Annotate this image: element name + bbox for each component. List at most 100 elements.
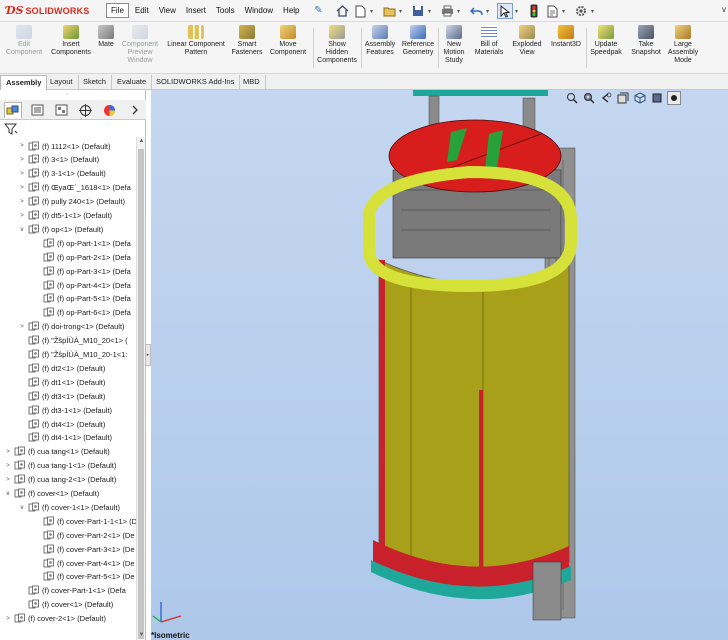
bill-of-materials-button[interactable]: Bill of Materials: [471, 25, 507, 57]
menu-file[interactable]: File: [106, 3, 129, 18]
chevron-down-icon[interactable]: ▾: [457, 8, 463, 15]
file-properties-icon[interactable]: [544, 3, 560, 19]
tree-item[interactable]: (f) op-Part-2<1> (Defa: [33, 250, 131, 264]
chevron-right-icon[interactable]: >: [18, 157, 26, 163]
tree-item[interactable]: > (f) ŒyaŒ´_1618<1> (Defa: [18, 181, 131, 195]
tab-sketch[interactable]: Sketch: [78, 75, 112, 90]
linear-component-pattern-button[interactable]: Linear Component Pattern: [163, 25, 229, 57]
property-manager-tab-icon[interactable]: [28, 102, 46, 118]
tab-evaluate[interactable]: Evaluate: [112, 75, 153, 90]
tree-item[interactable]: ∨ (f) cover-1<1> (Default): [18, 500, 120, 514]
chevron-down-icon[interactable]: ▾: [486, 8, 492, 15]
scrollbar-thumb[interactable]: [138, 149, 144, 639]
tree-item[interactable]: (f) op-Part-4<1> (Defa: [33, 278, 131, 292]
tree-item[interactable]: > (f) cua tang-2<1> (Default): [4, 473, 116, 487]
chevron-down-icon[interactable]: ▾: [591, 8, 597, 15]
show-hidden-components-button[interactable]: Show Hidden Components: [314, 25, 360, 65]
smart-fasteners-button[interactable]: Smart Fasteners: [229, 25, 265, 57]
graphics-viewport[interactable]: *Isometric: [151, 90, 728, 640]
tree-item[interactable]: (f) cover-Part-5<1> (De: [33, 570, 135, 584]
door-red-edge[interactable]: [479, 390, 483, 586]
feature-manager-tab-icon[interactable]: [4, 102, 22, 118]
assembly-features-button[interactable]: Assembly Features: [362, 25, 398, 57]
panel-grip-icon[interactable]: ◦: [66, 92, 68, 98]
tree-item[interactable]: ∨ (f) cover<1> (Default): [4, 487, 99, 501]
display-manager-tab-icon[interactable]: [100, 102, 118, 118]
tab-assembly[interactable]: Assembly: [0, 75, 48, 90]
tree-item[interactable]: (f) cover-Part-1-1<1> (D: [33, 514, 136, 528]
move-component-button[interactable]: Move Component: [266, 25, 310, 57]
exploded-view-button[interactable]: Exploded View: [508, 25, 546, 57]
tab-solidworks-add-ins[interactable]: SOLIDWORKS Add-Ins: [151, 75, 241, 90]
options-gear-icon[interactable]: [573, 3, 589, 19]
tree-item[interactable]: (f) dt2<1> (Default): [18, 361, 105, 375]
tree-item[interactable]: (f) dt1<1> (Default): [18, 375, 105, 389]
new-document-icon[interactable]: [352, 3, 368, 19]
tree-item[interactable]: > (f) 1112<1> (Default): [18, 139, 111, 153]
tree-item[interactable]: (f) op-Part-5<1> (Defa: [33, 292, 131, 306]
configuration-manager-tab-icon[interactable]: [52, 102, 70, 118]
chevron-right-icon[interactable]: >: [4, 616, 12, 622]
tree-item[interactable]: (f) "ŽŝpÍÙÀ_M10_20-1<1:: [18, 348, 127, 362]
solidworks-logo[interactable]: ƊS SOLIDWORKS: [0, 0, 106, 22]
chevron-down-icon[interactable]: ∨: [18, 504, 26, 511]
tree-item[interactable]: (f) op-Part-3<1> (Defa: [33, 264, 131, 278]
top-teal-component[interactable]: [413, 90, 548, 96]
chevron-right-icon[interactable]: >: [4, 477, 12, 483]
chevron-right-icon[interactable]: >: [18, 213, 26, 219]
tree-item[interactable]: (f) cover-Part-3<1> (De: [33, 542, 135, 556]
save-icon[interactable]: [410, 3, 426, 19]
large-assembly-mode-button[interactable]: Large Assembly Mode: [665, 25, 701, 65]
tree-item[interactable]: (f) cover<1> (Default): [18, 598, 113, 612]
tree-item[interactable]: (f) op-Part-6<1> (Defa: [33, 306, 131, 320]
chevron-right-icon[interactable]: >: [4, 449, 12, 455]
elevator-assembly-model[interactable]: [151, 90, 728, 640]
rebuild-traffic-light-icon[interactable]: [526, 3, 542, 19]
chevron-down-icon[interactable]: ▾: [562, 8, 568, 15]
tree-item[interactable]: > (f) dt5-1<1> (Default): [18, 209, 112, 223]
bottom-steel-bracket[interactable]: [532, 561, 562, 621]
chevron-down-icon[interactable]: ▾: [515, 8, 521, 15]
home-icon[interactable]: [334, 3, 350, 19]
tree-item[interactable]: > (f) cua tang<1> (Default): [4, 445, 110, 459]
select-cursor-icon[interactable]: [497, 3, 513, 19]
filter-icon[interactable]: [3, 123, 18, 137]
tree-item[interactable]: (f) dt3<1> (Default): [18, 389, 105, 403]
dimxpert-tab-icon[interactable]: [76, 102, 94, 118]
cylinder-body[interactable]: [378, 259, 570, 581]
tree-item[interactable]: > (f) doi-trong<1> (Default): [18, 320, 125, 334]
tree-item[interactable]: (f) dt3-1<1> (Default): [18, 403, 112, 417]
left-red-edge[interactable]: [379, 260, 385, 560]
open-folder-icon[interactable]: [381, 3, 397, 19]
tree-item[interactable]: > (f) cover-2<1> (Default): [4, 612, 106, 626]
chevron-down-icon[interactable]: ▾: [399, 8, 405, 15]
menu-edit[interactable]: Edit: [131, 4, 153, 17]
tree-item[interactable]: (f) cover-Part-1<1> (Defa: [18, 584, 126, 598]
tree-item[interactable]: (f) cover-Part-2<1> (De: [33, 528, 135, 542]
tree-item[interactable]: ∨ (f) op<1> (Default): [18, 222, 103, 236]
tree-item[interactable]: (f) dt4<1> (Default): [18, 417, 105, 431]
menu-help[interactable]: Help: [279, 4, 303, 17]
chevron-right-icon[interactable]: >: [18, 324, 26, 330]
chevron-right-icon[interactable]: >: [4, 463, 12, 469]
tree-item[interactable]: (f) "ŽŝpÍÙÀ_M10_20<1> (: [18, 334, 128, 348]
tree-scrollbar[interactable]: ▲ ▼: [136, 137, 145, 640]
instant3d-button[interactable]: Instant3D: [547, 25, 585, 49]
chevron-right-icon[interactable]: >: [18, 199, 26, 205]
chevron-down-icon[interactable]: ▾: [370, 8, 376, 15]
tree-item[interactable]: > (f) pully 240<1> (Default): [18, 195, 125, 209]
menu-insert[interactable]: Insert: [182, 4, 210, 17]
insert-components-button[interactable]: Insert Components: [48, 25, 94, 57]
update-speedpak-button[interactable]: Update Speedpak: [587, 25, 625, 57]
chevron-right-icon[interactable]: >: [18, 185, 26, 191]
tab-layout[interactable]: Layout: [45, 75, 79, 90]
pin-icon[interactable]: ✎: [312, 4, 326, 18]
tree-item[interactable]: (f) dt4-1<1> (Default): [18, 431, 112, 445]
tree-item[interactable]: (f) op-Part-1<1> (Defa: [33, 236, 131, 250]
menu-tools[interactable]: Tools: [212, 4, 239, 17]
edit-component-button[interactable]: Edit Component: [2, 25, 46, 57]
chevron-right-icon[interactable]: >: [18, 171, 26, 177]
tree-item[interactable]: (f) cover-Part-4<1> (De: [33, 556, 135, 570]
menu-window[interactable]: Window: [241, 4, 277, 17]
chevron-down-icon[interactable]: ∨: [18, 226, 26, 233]
